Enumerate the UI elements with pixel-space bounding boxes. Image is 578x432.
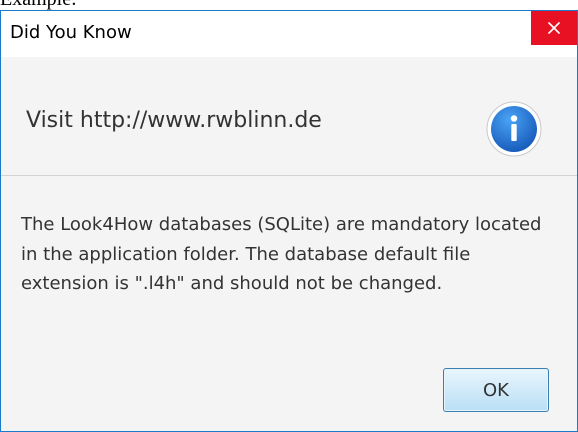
dialog-content: The Look4How databases (SQLite) are mand… [1,176,577,431]
background-caption: Example: [0,0,140,10]
title-bar[interactable]: Did You Know [1,11,577,57]
close-icon [548,22,560,34]
close-button[interactable] [531,11,577,45]
ok-button[interactable]: OK [443,368,549,412]
dialog-window: Did You Know Visit http://www.rwblinn.de… [0,10,578,432]
info-icon [486,101,542,157]
background-caption-text: Example: [0,0,77,10]
message-text: The Look4How databases (SQLite) are mand… [21,214,542,294]
header-text: Visit http://www.rwblinn.de [26,108,322,133]
dialog-header: Visit http://www.rwblinn.de [1,57,577,176]
window-title: Did You Know [10,22,132,43]
